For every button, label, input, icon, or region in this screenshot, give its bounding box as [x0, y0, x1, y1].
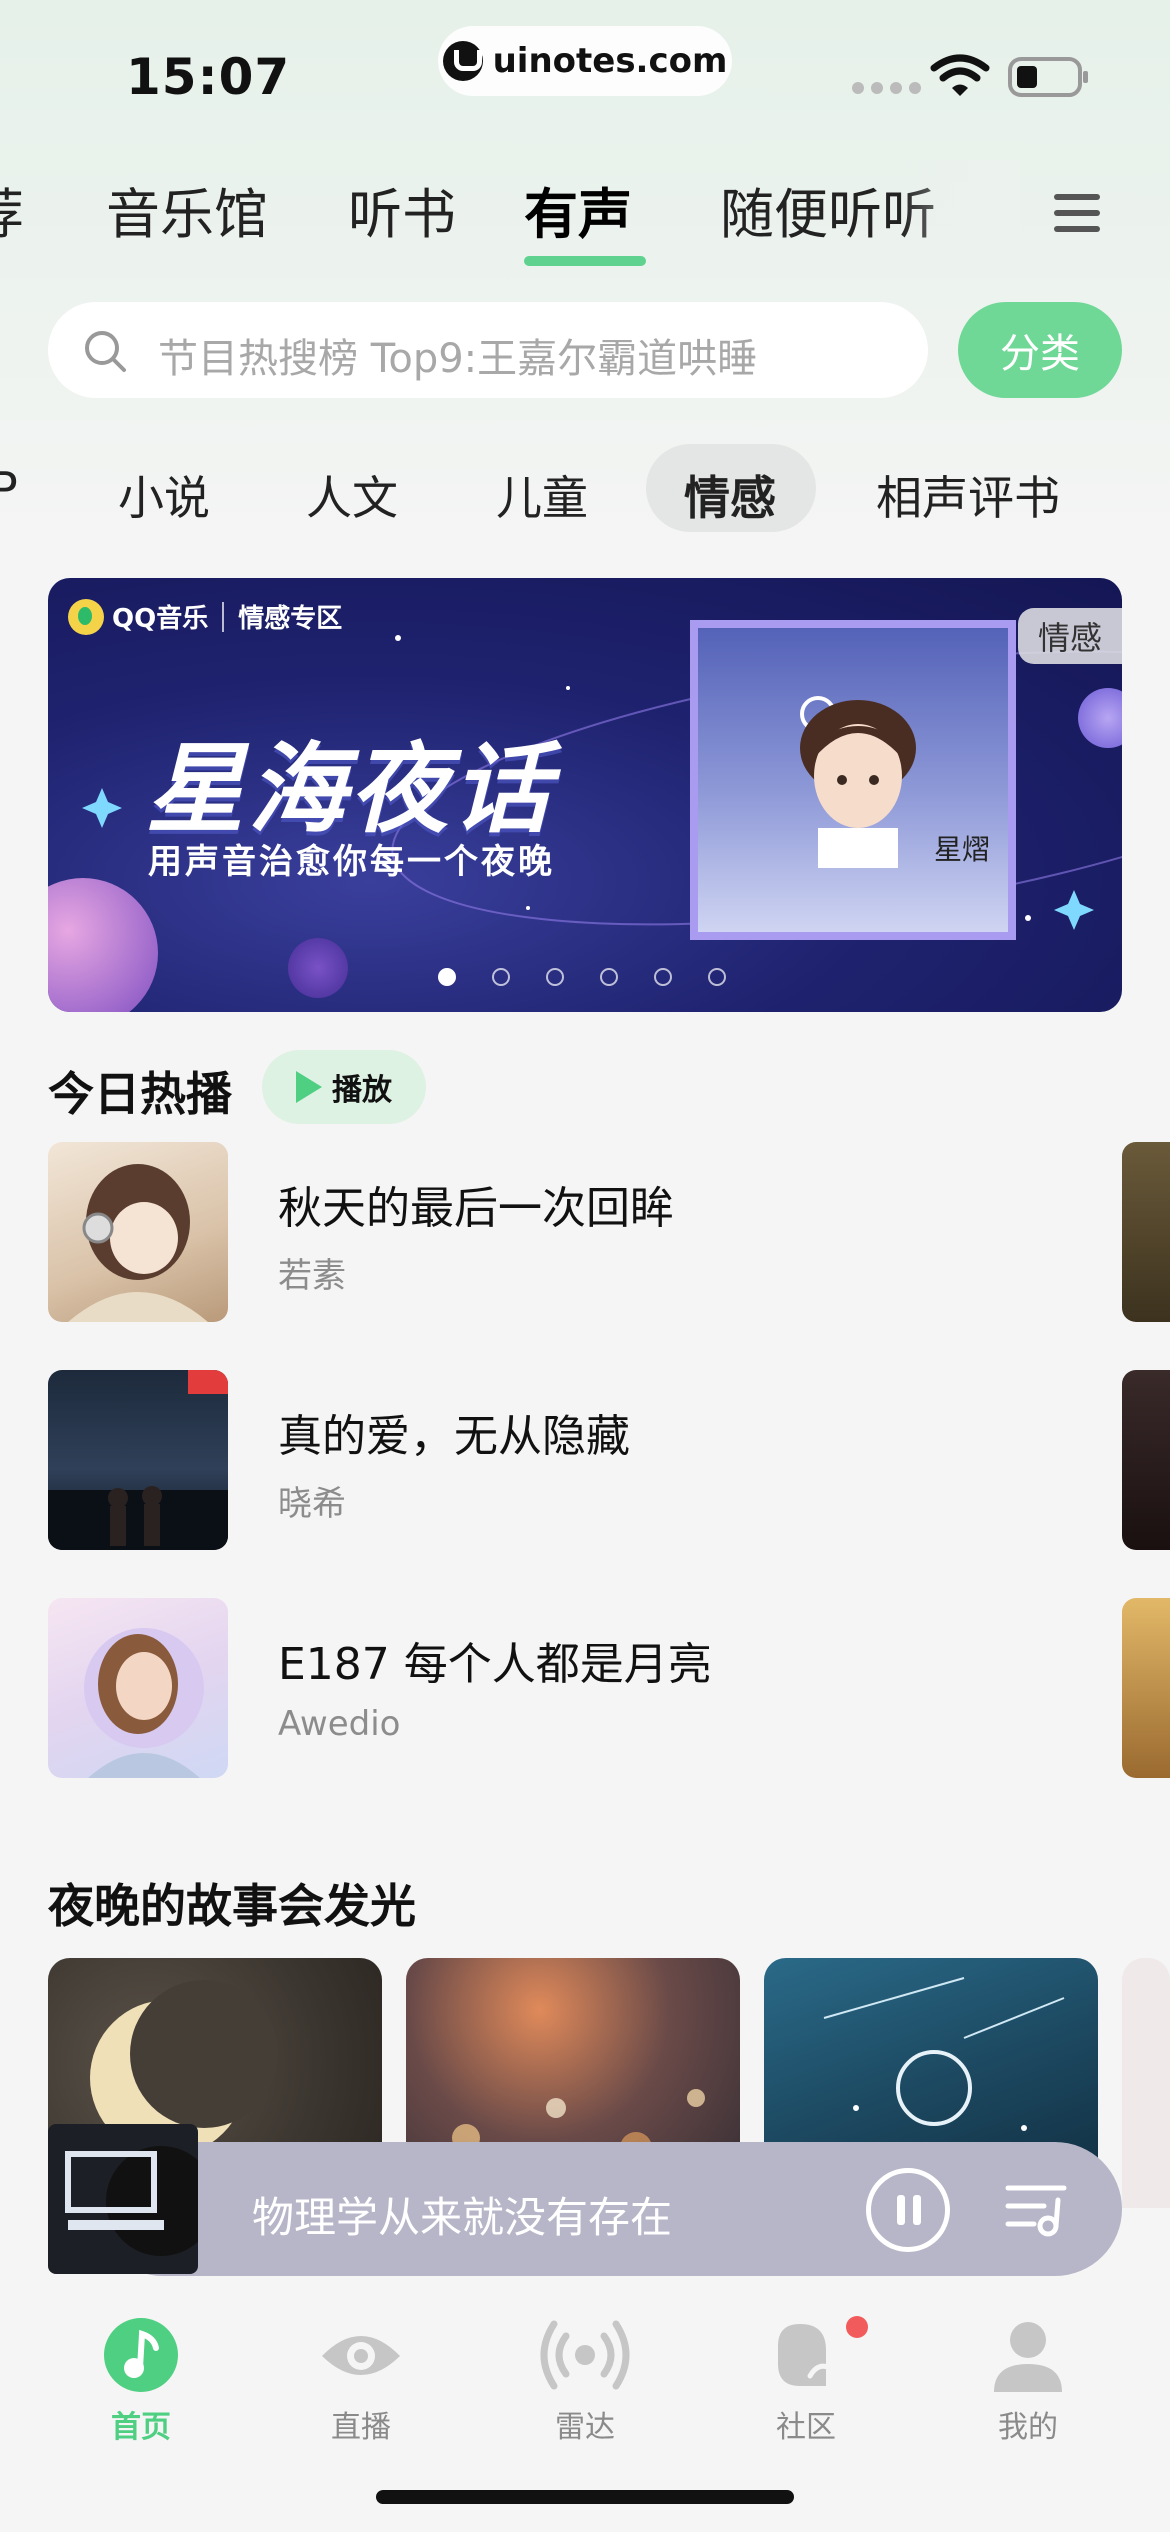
url-pill[interactable]: uinotes.com — [438, 26, 732, 96]
cover-image — [48, 1370, 228, 1550]
banner-title: 星海夜话 — [146, 733, 555, 847]
night-section-title: 夜晚的故事会发光 — [48, 1879, 416, 1933]
nav-mine-label[interactable]: 我的 — [968, 2402, 1088, 2446]
hot-item-title: 秋天的最后一次回眸 — [278, 1183, 674, 1234]
active-tab-indicator — [524, 256, 646, 266]
promo-banner[interactable]: QQ音乐 情感专区 星海夜话 用声音治愈你每一个夜晚 星熠 情感 — [48, 578, 1122, 1012]
next-page-card[interactable] — [1122, 1598, 1170, 1778]
woman-portrait-icon — [84, 1628, 204, 1778]
couple-night-icon — [48, 1370, 228, 1550]
banner-tag: 情感 — [1018, 608, 1122, 664]
search-placeholder: 节目热搜榜 Top9:王嘉尔霸道哄睡 — [158, 336, 758, 382]
play-icon — [296, 1071, 322, 1103]
hot-item-author: 若素 — [278, 1256, 346, 1296]
today-hot-title: 今日热播 — [48, 1067, 232, 1121]
hot-item-author: Awedio — [278, 1704, 401, 1744]
home-indicator — [376, 2490, 794, 2504]
carousel-dot — [438, 968, 456, 986]
radar-icon[interactable] — [540, 2316, 630, 2394]
banner-subtitle: 用声音治愈你每一个夜晚 — [148, 842, 555, 882]
carousel-dot — [600, 968, 618, 986]
play-all-button[interactable]: 播放 — [262, 1050, 426, 1124]
search-input[interactable]: 节目热搜榜 Top9:王嘉尔霸道哄睡 — [48, 302, 928, 398]
tab-recommend[interactable]: 荐 — [0, 170, 24, 249]
album-art-icon — [65, 2151, 164, 2230]
sub-tab-novel[interactable]: 小说 — [118, 462, 210, 528]
play-all-label: 播放 — [332, 1073, 392, 1108]
wifi-icon — [930, 54, 990, 96]
cover-image — [48, 1598, 228, 1778]
list-item[interactable]: E187 每个人都是月亮 Awedio — [48, 1598, 1088, 1778]
site-logo-icon — [442, 41, 483, 81]
community-icon[interactable] — [770, 2316, 842, 2394]
pause-button[interactable] — [866, 2168, 950, 2252]
url-text: uinotes.com — [492, 41, 728, 81]
playlist-icon[interactable] — [1004, 2178, 1068, 2238]
sub-tab-humanities[interactable]: 人文 — [306, 462, 398, 528]
notification-badge — [846, 2316, 868, 2338]
girl-headphones-icon — [68, 1164, 208, 1322]
profile-icon[interactable] — [990, 2316, 1066, 2394]
banner-zone: 情感专区 — [238, 604, 343, 634]
eye-icon[interactable] — [318, 2316, 404, 2394]
banner-brand-name: QQ音乐 — [112, 604, 209, 634]
next-page-card[interactable] — [1122, 1370, 1170, 1550]
nav-home-label[interactable]: 首页 — [81, 2402, 201, 2446]
tab-music-hall[interactable]: 音乐馆 — [106, 170, 268, 249]
tab-audiobook[interactable]: 听书 — [348, 170, 456, 249]
search-icon — [85, 331, 126, 372]
nav-community-label[interactable]: 社区 — [746, 2402, 866, 2446]
status-time: 15:07 — [126, 48, 291, 106]
cellular-signal-icon — [852, 82, 921, 94]
sub-tab-children[interactable]: 儿童 — [496, 462, 588, 528]
sub-tab-partial[interactable]: P — [0, 462, 18, 516]
nav-radar-label[interactable]: 雷达 — [525, 2402, 645, 2446]
hot-item-title: 真的爱，无从隐藏 — [278, 1411, 630, 1462]
music-note-icon[interactable] — [102, 2316, 180, 2394]
now-playing-title: 物理学从来就没有存在 — [252, 2193, 673, 2242]
cover-image — [48, 1142, 228, 1322]
carousel-dot — [708, 968, 726, 986]
category-button[interactable]: 分类 — [958, 302, 1122, 398]
brand-separator — [222, 601, 225, 632]
mini-player-cover[interactable] — [48, 2124, 198, 2274]
tab-audio-active[interactable]: 有声 — [524, 170, 632, 249]
battery-icon — [1008, 57, 1088, 97]
carousel-dot — [654, 968, 672, 986]
sub-tab-crosstalk[interactable]: 相声评书 — [876, 462, 1060, 528]
banner-brand: QQ音乐 情感专区 — [68, 598, 342, 635]
next-page-card[interactable] — [1122, 1142, 1170, 1322]
list-item[interactable]: 秋天的最后一次回眸 若素 — [48, 1142, 1088, 1322]
menu-icon[interactable] — [1054, 194, 1100, 232]
hot-item-title: E187 每个人都是月亮 — [278, 1639, 712, 1690]
status-bar: 15:07 uinotes.com — [0, 0, 1170, 140]
nav-live-label[interactable]: 直播 — [301, 2402, 421, 2446]
carousel-dot — [492, 968, 510, 986]
sub-tab-emotion[interactable]: 情感 — [684, 462, 776, 528]
qq-music-logo-icon — [68, 598, 104, 635]
character-illustration-icon — [800, 696, 916, 868]
art-signature: 星熠 — [934, 833, 991, 866]
tab-fade-overlay — [900, 160, 1020, 270]
carousel-dot — [546, 968, 564, 986]
carousel-indicator — [438, 968, 726, 986]
hot-item-author: 晓希 — [278, 1484, 346, 1524]
list-item[interactable]: 真的爱，无从隐藏 晓希 — [48, 1370, 1088, 1550]
banner-illustration: 星熠 — [690, 620, 1016, 940]
story-card[interactable] — [1122, 1958, 1170, 2218]
